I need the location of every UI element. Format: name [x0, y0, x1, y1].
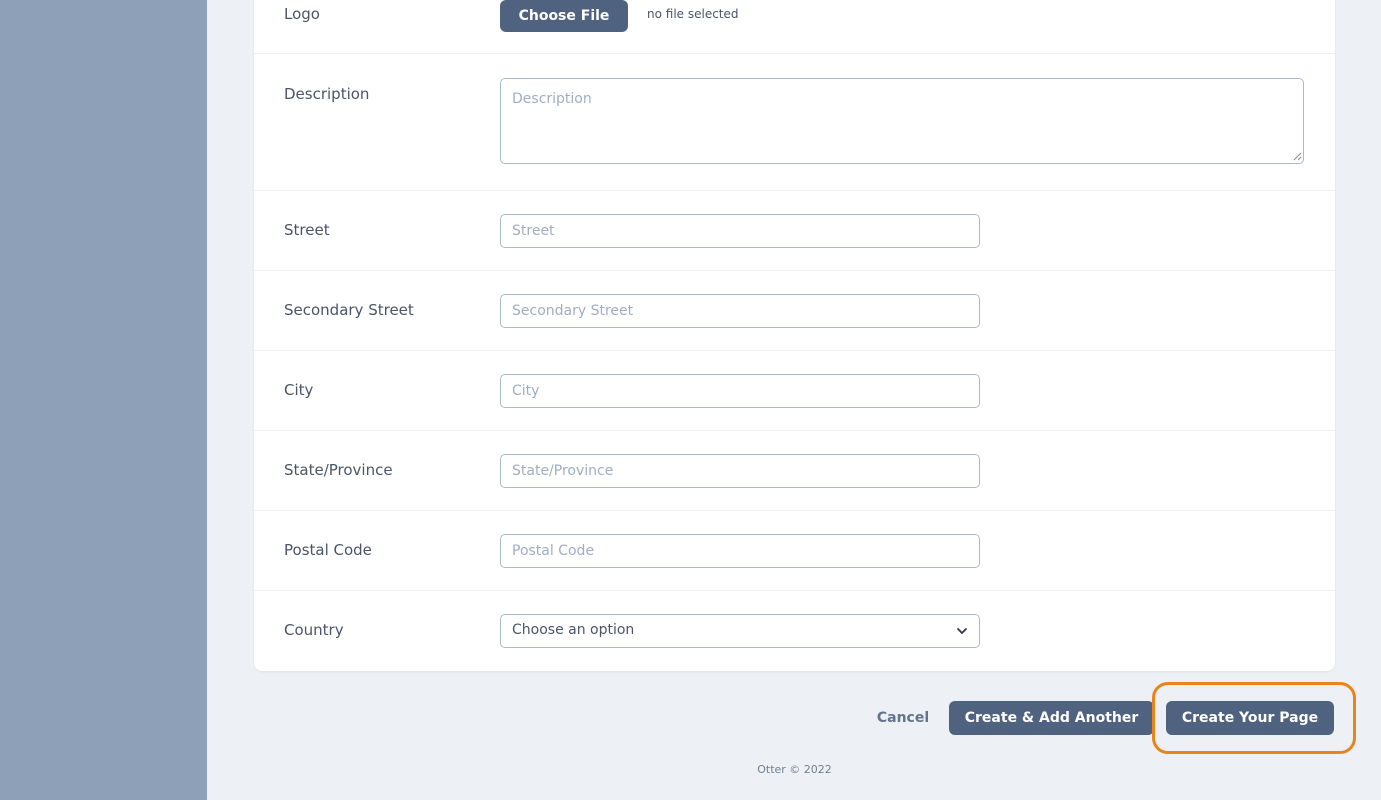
country-label: Country — [284, 621, 344, 639]
street-label: Street — [284, 221, 330, 239]
state-input[interactable] — [500, 454, 980, 488]
cancel-button[interactable]: Cancel — [868, 701, 938, 735]
city-label: City — [284, 381, 314, 399]
city-input[interactable] — [500, 374, 980, 408]
footer-copyright: Otter © 2022 — [757, 763, 832, 776]
description-label: Description — [284, 85, 370, 103]
country-selected-value: Choose an option — [512, 622, 635, 638]
sidebar — [0, 0, 207, 800]
logo-label: Logo — [284, 5, 320, 23]
secondary-street-input[interactable] — [500, 294, 980, 328]
create-page-form: Logo Choose File no file selected Descri… — [254, 0, 1335, 671]
country-select[interactable]: Choose an option — [500, 614, 980, 648]
form-row-logo: Logo Choose File no file selected — [254, 0, 1335, 54]
file-status-text: no file selected — [647, 7, 739, 21]
chevron-down-icon — [957, 628, 967, 634]
postal-code-input[interactable] — [500, 534, 980, 568]
resize-grip-icon[interactable] — [1292, 151, 1302, 161]
choose-file-button[interactable]: Choose File — [500, 0, 628, 32]
create-your-page-button[interactable]: Create Your Page — [1166, 701, 1334, 735]
state-label: State/Province — [284, 461, 393, 479]
create-add-another-button[interactable]: Create & Add Another — [949, 701, 1154, 735]
description-textarea[interactable] — [500, 78, 1304, 164]
postal-code-label: Postal Code — [284, 541, 372, 559]
street-input[interactable] — [500, 214, 980, 248]
secondary-street-label: Secondary Street — [284, 301, 414, 319]
